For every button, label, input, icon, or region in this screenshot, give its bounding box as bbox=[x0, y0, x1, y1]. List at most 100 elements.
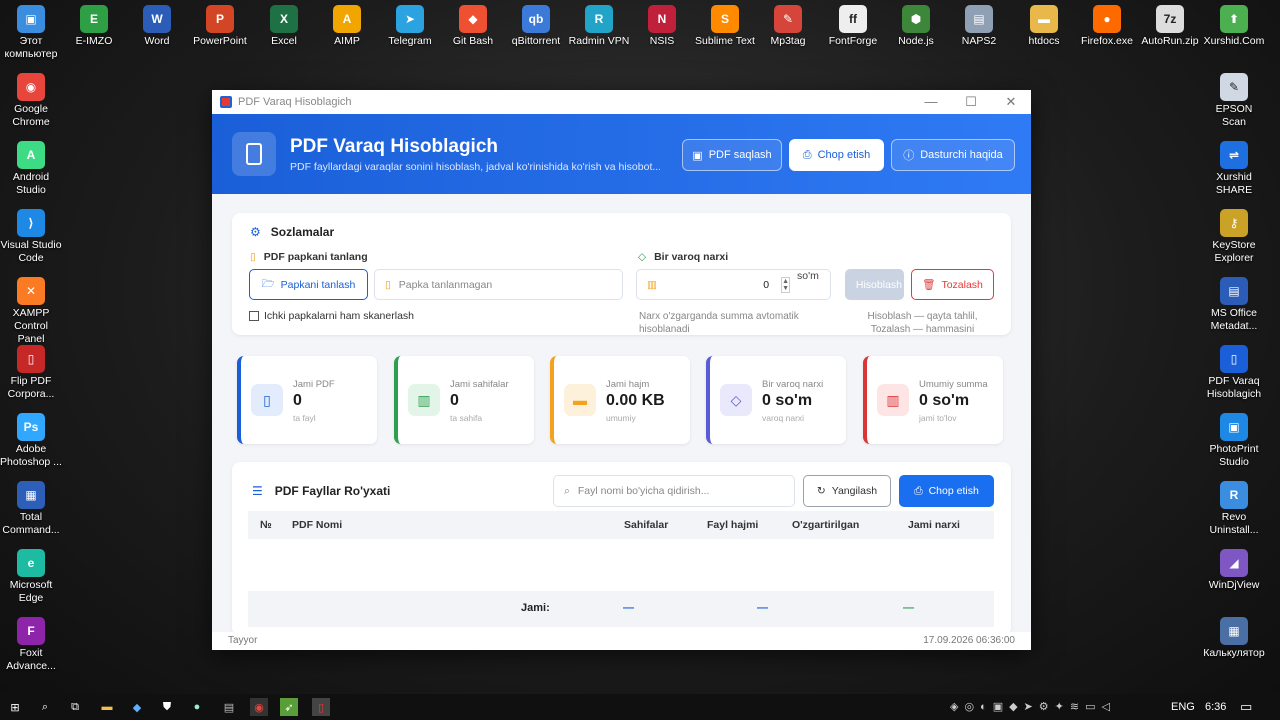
system-tray-icons[interactable]: ◈◎◐▣◆➤⚙✦≋▭◁ bbox=[950, 700, 1116, 713]
shortcut-icon: ◉ bbox=[17, 73, 45, 101]
shortcut-icon: R bbox=[585, 5, 613, 33]
desktop-shortcut[interactable]: ▬ htdocs bbox=[1013, 5, 1075, 48]
taskbar-app-icon[interactable]: ● bbox=[188, 698, 206, 716]
desktop-shortcut[interactable]: ▦ Калькулятор bbox=[1203, 617, 1265, 660]
app-title: PDF Varaq Hisoblagich bbox=[290, 136, 498, 157]
col-modified[interactable]: O'zgartirilgan bbox=[792, 519, 859, 531]
desktop-shortcut[interactable]: Ps Adobe Photoshop ... bbox=[0, 413, 62, 469]
subfolders-checkbox[interactable] bbox=[249, 311, 259, 321]
price-label: ◇ Bir varoq narxi bbox=[638, 251, 729, 263]
shortcut-icon: ff bbox=[839, 5, 867, 33]
desktop-shortcut[interactable]: A AIMP bbox=[316, 5, 378, 48]
maximize-button[interactable]: ☐ bbox=[951, 94, 991, 110]
taskbar-app-icon[interactable]: ➶ bbox=[280, 698, 298, 716]
desktop-shortcut[interactable]: ⟩ Visual Studio Code bbox=[0, 209, 62, 265]
desktop-shortcut[interactable]: e Microsoft Edge bbox=[0, 549, 62, 605]
folder-path-field[interactable]: ▯ Papka tanlanmagan bbox=[374, 269, 623, 300]
shortcut-label: NSIS bbox=[649, 35, 675, 47]
desktop-shortcut[interactable]: F Foxit Advance... bbox=[0, 617, 62, 673]
col-size[interactable]: Fayl hajmi bbox=[707, 519, 758, 531]
status-text: Tayyor bbox=[228, 635, 258, 646]
shortcut-label: KeyStore Explorer bbox=[1212, 239, 1256, 264]
desktop-shortcut[interactable]: ◆ Git Bash bbox=[442, 5, 504, 48]
desktop-shortcut[interactable]: A Android Studio bbox=[0, 141, 62, 197]
shortcut-label: Visual Studio Code bbox=[0, 239, 62, 264]
shortcut-icon: ▦ bbox=[1220, 617, 1248, 645]
stat-label: Jami hajm bbox=[606, 379, 650, 390]
table-footer: Jami: — — — bbox=[248, 591, 994, 627]
desktop-shortcut[interactable]: X Excel bbox=[253, 5, 315, 48]
desktop-shortcut[interactable]: N NSIS bbox=[631, 5, 693, 48]
pdf-app-taskbar-icon[interactable]: ▯ bbox=[312, 698, 330, 716]
desktop-shortcut[interactable]: ▤ NAPS2 bbox=[948, 5, 1010, 48]
spin-arrows[interactable]: ▲ ▼ bbox=[781, 276, 790, 293]
desktop-shortcut[interactable]: ▦ Total Command... bbox=[0, 481, 62, 537]
desktop-shortcut[interactable]: ⬢ Node.js bbox=[885, 5, 947, 48]
shortcut-icon: A bbox=[333, 5, 361, 33]
desktop-shortcut[interactable]: ➤ Telegram bbox=[379, 5, 441, 48]
desktop-shortcut[interactable]: ✎ EPSON Scan bbox=[1203, 73, 1265, 129]
file-explorer-icon[interactable]: ▬ bbox=[98, 698, 116, 716]
calculate-button[interactable]: Hisoblash bbox=[845, 269, 904, 300]
desktop-shortcut[interactable]: ff FontForge bbox=[822, 5, 884, 48]
shortcut-label: Radmin VPN bbox=[568, 35, 630, 47]
shortcut-label: E-IMZO bbox=[75, 35, 113, 47]
clock[interactable]: 6:36 bbox=[1205, 701, 1226, 713]
col-name[interactable]: PDF Nomi bbox=[292, 519, 342, 531]
clear-button[interactable]: 🗑 Tozalash bbox=[911, 269, 994, 300]
shortcut-label: Калькулятор bbox=[1203, 647, 1265, 659]
desktop-shortcut[interactable]: ✕ XAMPP Control Panel bbox=[0, 277, 62, 346]
taskbar-app-icon[interactable]: ▤ bbox=[220, 698, 238, 716]
desktop-shortcut[interactable]: ▣ Этот компьютер bbox=[0, 5, 62, 61]
chrome-icon[interactable]: ◉ bbox=[250, 698, 268, 716]
desktop-shortcut[interactable]: qb qBittorrent bbox=[505, 5, 567, 48]
security-icon[interactable]: ⛊ bbox=[158, 698, 176, 716]
refresh-button[interactable]: ↻ Yangilash bbox=[803, 475, 891, 507]
desktop-shortcut[interactable]: ▣ PhotoPrint Studio bbox=[1203, 413, 1265, 469]
search-input[interactable]: ⌕ Fayl nomi bo'yicha qidirish... bbox=[553, 475, 795, 507]
about-developer-button[interactable]: ⓘ Dasturchi haqida bbox=[891, 139, 1015, 171]
subfolders-option[interactable]: Ichki papkalarni ham skanerlash bbox=[249, 310, 414, 322]
desktop-shortcut[interactable]: ▯ Flip PDF Corpora... bbox=[0, 345, 62, 401]
col-pages[interactable]: Sahifalar bbox=[624, 519, 668, 531]
col-total-price[interactable]: Jami narxi bbox=[908, 519, 960, 531]
desktop-shortcut[interactable]: ⇌ Xurshid SHARE bbox=[1203, 141, 1265, 197]
print-button[interactable]: ⎙ Chop etish bbox=[789, 139, 884, 171]
start-button[interactable]: ⊞ bbox=[6, 698, 24, 716]
desktop-shortcut[interactable]: ● Firefox.exe bbox=[1076, 5, 1138, 48]
col-number[interactable]: № bbox=[260, 519, 272, 531]
desktop-shortcut[interactable]: W Word bbox=[126, 5, 188, 48]
desktop-shortcut[interactable]: E E-IMZO bbox=[63, 5, 125, 48]
task-view-icon[interactable]: ⧉ bbox=[66, 698, 84, 716]
close-button[interactable]: ✕ bbox=[991, 94, 1031, 110]
desktop-shortcut[interactable]: P PowerPoint bbox=[189, 5, 251, 48]
pdf-save-button[interactable]: ▣ PDF saqlash bbox=[682, 139, 782, 171]
shortcut-icon: R bbox=[1220, 481, 1248, 509]
desktop-shortcut[interactable]: ▯ PDF Varaq Hisoblagich bbox=[1203, 345, 1265, 401]
minimize-button[interactable]: — bbox=[911, 94, 951, 110]
list-print-button[interactable]: ⎙ Chop etish bbox=[899, 475, 994, 507]
stat-card: ▯ Jami PDF 0 ta fayl bbox=[237, 356, 377, 444]
choose-folder-button[interactable]: 🗁 Papkani tanlash bbox=[249, 269, 368, 300]
shortcut-label: Git Bash bbox=[452, 35, 494, 47]
desktop-shortcut[interactable]: ⬆ Xurshid.Com bbox=[1203, 5, 1265, 48]
desktop-shortcut[interactable]: ⚷ KeyStore Explorer bbox=[1203, 209, 1265, 265]
notification-icon[interactable]: ▭ bbox=[1240, 699, 1252, 715]
shortcut-label: PhotoPrint Studio bbox=[1209, 443, 1259, 468]
desktop-shortcut[interactable]: 7z AutoRun.zip bbox=[1139, 5, 1201, 48]
search-icon[interactable]: ⌕ bbox=[36, 698, 54, 716]
desktop-shortcut[interactable]: ◢ WinDjView bbox=[1203, 549, 1265, 592]
shortcut-label: PDF Varaq Hisoblagich bbox=[1206, 375, 1262, 400]
shortcut-icon: ◢ bbox=[1220, 549, 1248, 577]
desktop-shortcut[interactable]: R Radmin VPN bbox=[568, 5, 630, 48]
desktop-shortcut[interactable]: R Revo Uninstall... bbox=[1203, 481, 1265, 537]
desktop-shortcut[interactable]: ◉ Google Chrome bbox=[0, 73, 62, 129]
bank-icon: ▥ bbox=[877, 384, 909, 416]
taskbar-app-icon[interactable]: ◆ bbox=[128, 698, 146, 716]
desktop-shortcut[interactable]: ✎ Mp3tag bbox=[757, 5, 819, 48]
language-indicator[interactable]: ENG bbox=[1171, 701, 1195, 713]
desktop-shortcut[interactable]: ▤ MS Office Metadat... bbox=[1203, 277, 1265, 333]
refresh-icon: ↻ bbox=[816, 485, 826, 497]
shortcut-label: Mp3tag bbox=[770, 35, 806, 47]
desktop-shortcut[interactable]: S Sublime Text bbox=[694, 5, 756, 48]
